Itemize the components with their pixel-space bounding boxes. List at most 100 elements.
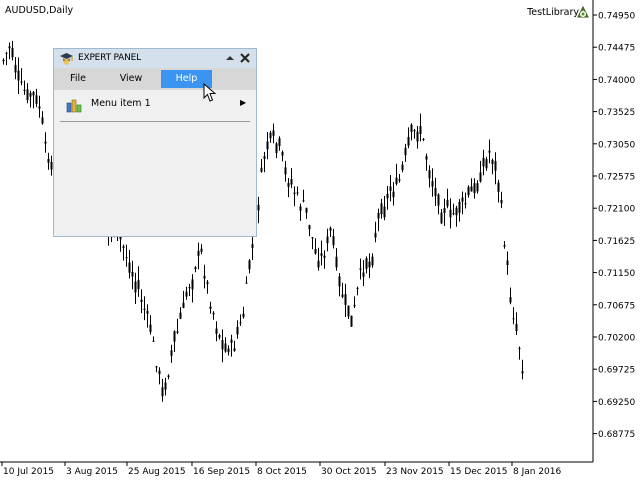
price-bar-body	[416, 131, 419, 142]
price-tick-label: 0.68775	[598, 430, 635, 440]
price-bar-body	[485, 159, 488, 169]
price-bar-body	[455, 207, 458, 216]
expert-name-label: TestLibrary	[527, 7, 579, 18]
price-bar-body	[341, 294, 344, 297]
price-bar-body	[170, 350, 173, 356]
price-bar-body	[389, 186, 392, 191]
price-bar-body	[362, 272, 365, 277]
price-bar-body	[212, 312, 215, 315]
price-bar-body	[128, 262, 131, 273]
price-bar-body	[521, 371, 524, 374]
time-tick-label: 25 Aug 2015	[128, 467, 186, 477]
price-bar-body	[14, 64, 17, 73]
price-bar-body	[500, 199, 503, 204]
price-bar-body	[32, 92, 35, 96]
collapse-button[interactable]	[225, 53, 235, 63]
time-tick-label: 3 Aug 2015	[66, 467, 118, 477]
price-bar-body	[284, 167, 287, 175]
price-bar-body	[257, 204, 260, 211]
menu-file[interactable]: File	[63, 70, 93, 88]
price-bar-body	[518, 347, 521, 349]
price-bar-body	[281, 151, 284, 156]
price-bar-body	[137, 279, 140, 290]
price-bar-body	[392, 191, 395, 198]
price-bar-body	[380, 203, 383, 215]
time-tick-label: 30 Oct 2015	[321, 467, 377, 477]
price-bar-body	[506, 260, 509, 265]
price-bar-body	[146, 310, 149, 314]
price-bar-body	[386, 193, 389, 199]
price-bar-body	[167, 375, 170, 377]
price-bar-body	[329, 227, 332, 231]
price-bar-body	[413, 130, 416, 132]
price-bar-body	[2, 59, 5, 62]
panel-caption-bar[interactable]: EXPERT PANEL	[54, 49, 256, 68]
price-bar-body	[275, 143, 278, 154]
price-bar-body	[188, 287, 191, 289]
context-menu-item-1[interactable]: Menu item 1 ▶	[60, 94, 250, 116]
price-bar-body	[476, 183, 479, 192]
price-tick-label: 0.72100	[598, 205, 635, 215]
price-bar-body	[425, 156, 428, 160]
expert-smiley-icon[interactable]	[576, 5, 590, 19]
price-bar-body	[296, 192, 299, 194]
price-bar-body	[17, 70, 20, 81]
price-bar-body	[410, 124, 413, 133]
price-bar-body	[218, 335, 221, 338]
price-bar-body	[155, 366, 158, 368]
price-bar-body	[377, 212, 380, 219]
time-tick-label: 16 Sep 2015	[193, 467, 250, 477]
price-bar-body	[29, 92, 32, 97]
price-bar-body	[194, 267, 197, 270]
price-bar-body	[350, 315, 353, 327]
price-bar-body	[488, 150, 491, 153]
price-bar-body	[443, 208, 446, 213]
mouse-cursor-icon	[203, 83, 217, 102]
price-bar-body	[368, 261, 371, 268]
price-bar-body	[44, 141, 47, 144]
price-bar-body	[404, 147, 407, 156]
price-bar-body	[272, 130, 275, 136]
price-bar-body	[512, 318, 515, 320]
price-tick-label: 0.74000	[598, 76, 635, 86]
price-bar-body	[11, 47, 14, 58]
context-separator	[60, 121, 250, 122]
price-bar-body	[431, 181, 434, 187]
triangle-up-icon	[226, 56, 234, 60]
price-bar-body	[356, 287, 359, 289]
price-bar-body	[503, 245, 506, 247]
price-bar-body	[230, 339, 233, 343]
price-bar-body	[335, 256, 338, 268]
price-bar-body	[311, 237, 314, 239]
price-bar-body	[449, 209, 452, 218]
price-bar-body	[23, 89, 26, 91]
price-tick-label: 0.69250	[598, 398, 635, 408]
price-bar-body	[206, 281, 209, 284]
price-bar-body	[278, 138, 281, 147]
price-tick-label: 0.74475	[598, 44, 635, 54]
close-button[interactable]	[239, 51, 251, 65]
price-bar-body	[479, 172, 482, 182]
price-bar-body	[185, 291, 188, 297]
panel-menubar: File View Help	[54, 68, 256, 90]
price-tick-label: 0.70200	[598, 334, 635, 344]
price-bar-body	[515, 324, 518, 331]
price-bar-body	[332, 236, 335, 246]
price-bar-body	[224, 343, 227, 352]
submenu-arrow-icon: ▶	[240, 98, 247, 107]
price-bar-body	[125, 257, 128, 259]
menu-view[interactable]: View	[112, 70, 150, 88]
price-bar-body	[407, 137, 410, 146]
price-bar-body	[26, 89, 29, 101]
panel-title: EXPERT PANEL	[78, 53, 141, 63]
price-bar-body	[158, 370, 161, 375]
price-bar-body	[461, 197, 464, 202]
price-axis: 0.74950 0.74475 0.74000 0.73525 0.73050 0.725…	[593, 12, 635, 440]
price-bar-body	[398, 179, 401, 181]
price-bar-body	[263, 156, 266, 159]
price-bar-body	[305, 207, 308, 213]
price-bar-body	[383, 206, 386, 218]
price-bar-body	[509, 297, 512, 303]
price-bar-body	[248, 260, 251, 270]
expert-panel-window[interactable]: EXPERT PANEL File View Help Menu item 1 …	[53, 48, 257, 237]
